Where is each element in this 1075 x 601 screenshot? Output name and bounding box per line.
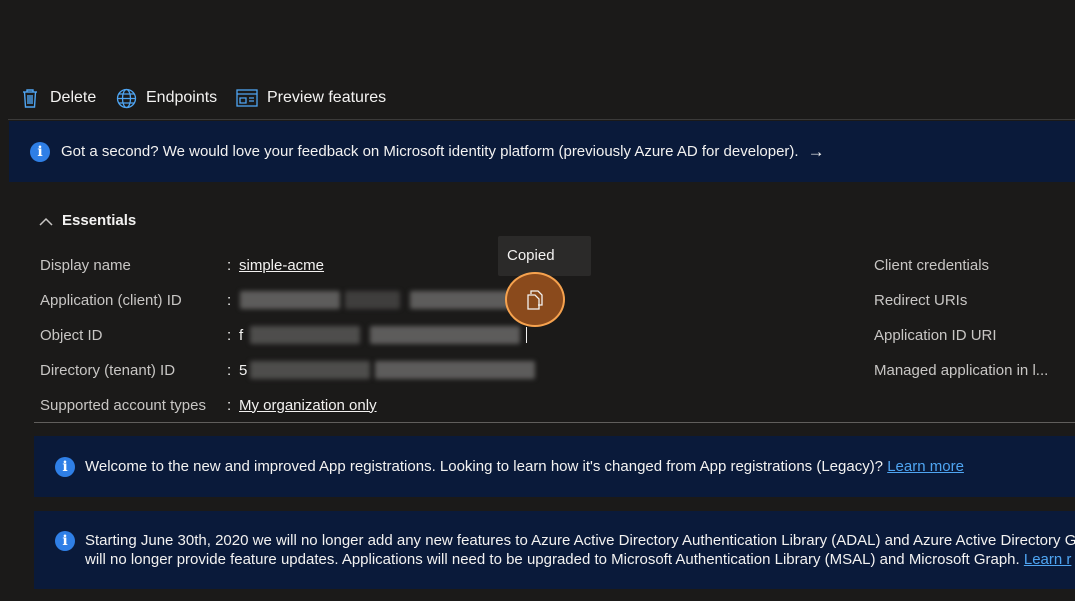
essentials-row-client-id: Application (client) ID : <box>40 288 239 312</box>
display-name-link[interactable]: simple-acme <box>239 257 324 274</box>
tenant-id-value: 5 <box>239 361 248 379</box>
text-caret <box>526 327 527 343</box>
delete-button[interactable]: Delete <box>19 80 96 116</box>
essentials-row-account-types: Supported account types : My organizatio… <box>40 393 377 417</box>
account-types-label: Supported account types <box>40 396 206 414</box>
learn-more-link[interactable]: Learn r <box>1024 551 1072 568</box>
feedback-text: Got a second? We would love your feedbac… <box>61 143 799 160</box>
adal-text-line2: will no longer provide feature updates. … <box>85 551 1071 568</box>
adal-text-line1: Starting June 30th, 2020 we will no long… <box>85 532 1075 549</box>
trash-icon <box>19 87 41 109</box>
client-id-label: Application (client) ID <box>40 291 182 309</box>
essentials-toggle[interactable]: Essentials <box>38 212 136 229</box>
redacted-value <box>345 291 400 309</box>
display-name-label: Display name <box>40 256 131 274</box>
colon: : <box>227 396 232 414</box>
welcome-message: Welcome to the new and improved App regi… <box>85 458 884 475</box>
arrow-right-icon[interactable]: → <box>808 142 825 162</box>
copied-tooltip: Copied <box>498 236 591 276</box>
preview-features-label: Preview features <box>267 89 387 106</box>
endpoints-button[interactable]: Endpoints <box>115 80 217 116</box>
copy-to-clipboard-button[interactable] <box>505 272 565 327</box>
info-icon: i <box>55 531 75 551</box>
command-bar: Delete Endpoints Preview features <box>0 80 1075 116</box>
essentials-row-tenant-id: Directory (tenant) ID : 5 <box>40 358 247 382</box>
tooltip-text: Copied <box>507 247 555 264</box>
adal-deprecation-banner: i Starting June 30th, 2020 we will no lo… <box>34 511 1075 589</box>
redirect-uris-label: Redirect URIs <box>874 291 968 309</box>
application-id-uri-label: Application ID URI <box>874 326 997 344</box>
essentials-row-object-id: Object ID : f <box>40 323 243 347</box>
copy-icon <box>527 289 543 310</box>
colon: : <box>227 361 232 379</box>
globe-icon <box>115 87 137 109</box>
info-icon: i <box>30 141 50 162</box>
endpoints-label: Endpoints <box>146 89 218 106</box>
colon: : <box>227 326 232 344</box>
redacted-value <box>410 291 510 309</box>
chevron-up-icon <box>39 217 53 226</box>
learn-more-link[interactable]: Learn more <box>887 458 964 475</box>
welcome-text: Welcome to the new and improved App regi… <box>85 458 964 475</box>
redacted-value <box>240 291 340 309</box>
essentials-row-display-name: Display name : simple-acme <box>40 253 324 277</box>
preview-features-button[interactable]: Preview features <box>236 80 386 116</box>
redacted-value <box>250 361 370 379</box>
toolbar-divider <box>8 119 1075 120</box>
preview-features-icon <box>236 87 258 109</box>
managed-application-label: Managed application in l... <box>874 361 1049 379</box>
colon: : <box>227 256 232 274</box>
redacted-value <box>250 326 360 344</box>
redacted-value <box>370 326 520 344</box>
colon: : <box>227 291 232 309</box>
redacted-value <box>375 361 535 379</box>
feedback-banner[interactable]: i Got a second? We would love your feedb… <box>9 121 1075 182</box>
object-id-value: f <box>239 326 244 344</box>
essentials-title: Essentials <box>62 212 137 229</box>
adal-message: will no longer provide feature updates. … <box>85 551 1020 568</box>
account-types-link[interactable]: My organization only <box>239 397 377 414</box>
object-id-label: Object ID <box>40 326 103 344</box>
info-icon: i <box>55 457 75 477</box>
essentials-divider <box>34 422 1075 423</box>
client-credentials-label: Client credentials <box>874 256 990 274</box>
welcome-banner: i Welcome to the new and improved App re… <box>34 436 1075 497</box>
delete-label: Delete <box>50 89 97 106</box>
tenant-id-label: Directory (tenant) ID <box>40 361 176 379</box>
